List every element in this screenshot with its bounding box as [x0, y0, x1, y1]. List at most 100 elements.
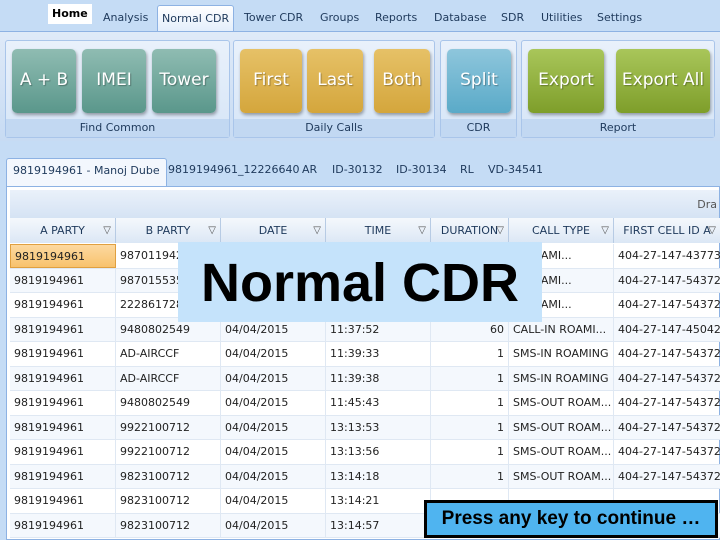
table-row[interactable]: 9819194961 AD-AIRCCF 04/04/2015 11:39:38 1 SM…: [10, 366, 720, 391]
filter-icon[interactable]: ▽: [496, 218, 504, 243]
table-row[interactable]: 9819194961 AD-AIRCCF 04/04/2015 11:39:33 1 SM…: [10, 342, 720, 367]
cell-a-party[interactable]: 9819194961: [10, 268, 116, 293]
table-row[interactable]: 9819194961 9823100712 04/04/2015 13:14:18 1 S…: [10, 464, 720, 489]
export-button[interactable]: Export: [528, 49, 604, 113]
column-header-date[interactable]: DATE ▽: [221, 218, 326, 243]
table-row[interactable]: 9819194961 9480802549 04/04/2015 11:45:43 1 S…: [10, 391, 720, 416]
cell-b-party[interactable]: 9823100712: [116, 513, 221, 538]
filter-icon[interactable]: ▽: [708, 218, 716, 243]
cell-first-cell-id-a[interactable]: 404-27-147-54372: [614, 293, 720, 317]
cell-a-party[interactable]: 9819194961: [10, 366, 116, 391]
cell-call-type[interactable]: SMS-OUT ROAM...: [509, 391, 614, 415]
cell-first-cell-id-a[interactable]: 404-27-147-54372: [614, 391, 720, 415]
cell-first-cell-id-a[interactable]: 404-27-147-45042: [614, 318, 720, 342]
column-header-time[interactable]: TIME ▽: [326, 218, 431, 243]
first-button[interactable]: First: [240, 49, 302, 113]
cell-call-type[interactable]: SMS-IN ROAMING: [509, 366, 614, 391]
menu-tab-database[interactable]: Database: [430, 5, 491, 31]
doc-tab-vd-34541[interactable]: VD-34541: [482, 158, 549, 184]
doc-tab-id-30132[interactable]: ID-30132: [326, 158, 389, 184]
tower-button[interactable]: Tower: [152, 49, 216, 113]
column-header-a-party[interactable]: A PARTY ▽: [10, 218, 116, 243]
last-button[interactable]: Last: [307, 49, 363, 113]
cell-time[interactable]: 13:14:18: [326, 464, 431, 489]
cell-a-party[interactable]: 9819194961: [10, 489, 116, 513]
filter-icon[interactable]: ▽: [313, 218, 321, 243]
cell-a-party[interactable]: 9819194961: [10, 513, 116, 538]
cell-date[interactable]: 04/04/2015: [221, 415, 326, 440]
table-row[interactable]: 9819194961 9922100712 04/04/2015 13:13:56 1 S…: [10, 440, 720, 465]
cell-first-cell-id-a[interactable]: 404-27-147-54372: [614, 367, 720, 391]
menu-tab-groups[interactable]: Groups: [316, 5, 363, 31]
column-header-first-cell-id-a[interactable]: FIRST CELL ID A ▽: [614, 218, 720, 243]
cell-first-cell-id-a[interactable]: 404-27-147-54372: [614, 465, 720, 489]
menu-tab-home[interactable]: Home: [48, 4, 92, 24]
cell-a-party[interactable]: 9819194961: [10, 415, 116, 440]
cell-time[interactable]: 11:45:43: [326, 391, 431, 415]
menu-tab-settings[interactable]: Settings: [593, 5, 646, 31]
press-any-key-prompt[interactable]: Press any key to continue …: [424, 500, 718, 538]
cell-date[interactable]: 04/04/2015: [221, 342, 326, 366]
cell-date[interactable]: 04/04/2015: [221, 513, 326, 538]
doc-tab-9819194961-12226640[interactable]: 9819194961_12226640: [162, 158, 305, 184]
cell-b-party[interactable]: AD-AIRCCF: [116, 342, 221, 366]
both-button[interactable]: Both: [374, 49, 430, 113]
cell-time[interactable]: 11:39:38: [326, 366, 431, 391]
column-header-call-type[interactable]: CALL TYPE ▽: [509, 218, 614, 243]
cell-a-party[interactable]: 9819194961: [10, 342, 116, 366]
cell-duration[interactable]: 1: [431, 366, 509, 391]
imei-button[interactable]: IMEI: [82, 49, 146, 113]
filter-icon[interactable]: ▽: [418, 218, 426, 243]
cell-duration[interactable]: 1: [431, 391, 509, 415]
cell-duration[interactable]: 1: [431, 464, 509, 489]
export-all-button[interactable]: Export All: [616, 49, 710, 113]
cell-b-party[interactable]: 9922100712: [116, 415, 221, 440]
cell-date[interactable]: 04/04/2015: [221, 391, 326, 415]
cell-first-cell-id-a[interactable]: 404-27-147-54372: [614, 342, 720, 366]
cell-date[interactable]: 04/04/2015: [221, 440, 326, 464]
cell-a-party[interactable]: 9819194961: [10, 391, 116, 415]
cell-call-type[interactable]: SMS-IN ROAMING: [509, 342, 614, 366]
cell-a-party[interactable]: 9819194961: [10, 317, 116, 342]
cell-b-party[interactable]: 9823100712: [116, 489, 221, 513]
doc-tab-9819194961-manoj-dube[interactable]: 9819194961 - Manoj Dube: [6, 158, 167, 188]
cell-call-type[interactable]: SMS-OUT ROAM...: [509, 464, 614, 489]
cell-call-type[interactable]: SMS-OUT ROAM...: [509, 415, 614, 440]
cell-date[interactable]: 04/04/2015: [221, 464, 326, 489]
group-by-panel[interactable]: Dra: [10, 190, 719, 218]
doc-tab-rl[interactable]: RL: [454, 158, 480, 184]
menu-tab-reports[interactable]: Reports: [371, 5, 421, 31]
cell-first-cell-id-a[interactable]: 404-27-147-43773: [614, 244, 720, 268]
cell-time[interactable]: 13:14:57: [326, 513, 431, 538]
cell-b-party[interactable]: 9922100712: [116, 440, 221, 464]
menu-tab-analysis[interactable]: Analysis: [99, 5, 152, 31]
table-row[interactable]: 9819194961 9922100712 04/04/2015 13:13:53 1 S…: [10, 415, 720, 440]
cell-duration[interactable]: 1: [431, 440, 509, 464]
cell-first-cell-id-a[interactable]: 404-27-147-54372: [614, 269, 720, 293]
split-button[interactable]: Split: [447, 49, 511, 113]
cell-time[interactable]: 13:13:56: [326, 440, 431, 464]
menu-tab-normal-cdr[interactable]: Normal CDR: [157, 5, 235, 31]
cell-b-party[interactable]: 9823100712: [116, 464, 221, 489]
cell-time[interactable]: 13:13:53: [326, 415, 431, 440]
cell-a-party[interactable]: 9819194961: [10, 464, 116, 489]
cell-time[interactable]: 13:14:21: [326, 489, 431, 513]
cell-date[interactable]: 04/04/2015: [221, 489, 326, 513]
column-header-b-party[interactable]: B PARTY ▽: [116, 218, 221, 243]
filter-icon[interactable]: ▽: [601, 218, 609, 243]
menu-tab-tower-cdr[interactable]: Tower CDR: [240, 5, 307, 31]
cell-call-type[interactable]: SMS-OUT ROAM...: [509, 440, 614, 464]
cell-a-party[interactable]: 9819194961: [10, 293, 116, 317]
cell-a-party[interactable]: 9819194961: [10, 440, 116, 464]
cell-b-party[interactable]: 9480802549: [116, 391, 221, 415]
cell-duration[interactable]: 1: [431, 342, 509, 366]
doc-tab-id-30134[interactable]: ID-30134: [390, 158, 453, 184]
cell-duration[interactable]: 1: [431, 415, 509, 440]
menu-tab-sdr[interactable]: SDR: [497, 5, 528, 31]
cell-a-party[interactable]: 9819194961: [10, 244, 116, 268]
filter-icon[interactable]: ▽: [103, 218, 111, 243]
a-b-button[interactable]: A + B: [12, 49, 76, 113]
cell-date[interactable]: 04/04/2015: [221, 366, 326, 391]
cell-b-party[interactable]: AD-AIRCCF: [116, 366, 221, 391]
filter-icon[interactable]: ▽: [208, 218, 216, 243]
